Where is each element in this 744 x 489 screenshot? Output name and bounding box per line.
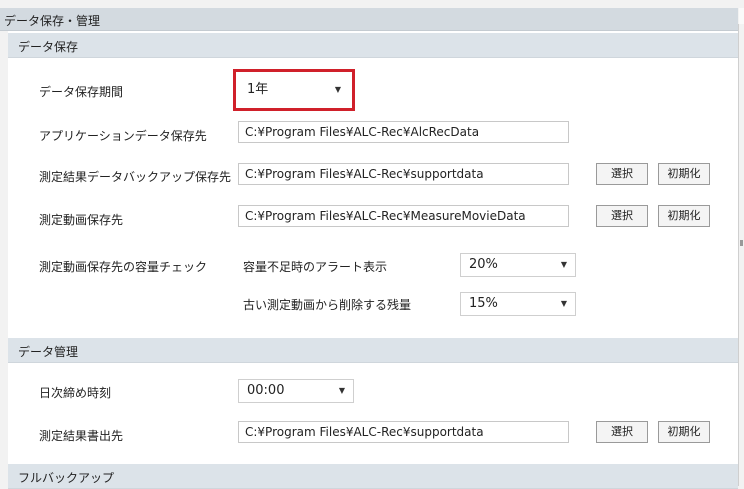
- backup-select-button[interactable]: 選択: [596, 163, 648, 185]
- chevron-down-icon: ▼: [338, 386, 345, 395]
- delete-threshold-select[interactable]: 15% ▼: [460, 292, 576, 316]
- page-header: データ保存・管理: [0, 8, 738, 31]
- backup-path-field[interactable]: C:¥Program Files¥ALC-Rec¥supportdata: [238, 163, 569, 185]
- section-title: データ管理: [18, 345, 79, 359]
- alert-threshold-select[interactable]: 20% ▼: [460, 253, 576, 277]
- section-header-full-backup: フルバックアップ: [8, 464, 738, 489]
- scrollbar-top: [739, 8, 744, 24]
- alert-threshold-value: 20%: [469, 257, 498, 272]
- daily-close-select[interactable]: 00:00 ▼: [238, 379, 354, 403]
- scrollbar-marker: [740, 240, 743, 246]
- app-data-path-field[interactable]: C:¥Program Files¥ALC-Rec¥AlcRecData: [238, 121, 569, 143]
- chevron-down-icon: ▼: [560, 299, 567, 308]
- highlight-box: [233, 69, 355, 111]
- scrollbar-track[interactable]: [738, 24, 739, 486]
- app-data-path-label: アプリケーションデータ保存先: [39, 129, 207, 143]
- daily-close-value: 00:00: [247, 383, 285, 398]
- section-title: フルバックアップ: [18, 471, 115, 485]
- chevron-down-icon: ▼: [560, 260, 567, 269]
- export-reset-button[interactable]: 初期化: [658, 421, 710, 443]
- daily-close-label: 日次締め時刻: [39, 386, 112, 400]
- page-title: データ保存・管理: [4, 14, 101, 28]
- alert-threshold-label: 容量不足時のアラート表示: [243, 260, 388, 274]
- data-retention-label: データ保存期間: [39, 85, 124, 99]
- export-path-label: 測定結果書出先: [39, 429, 124, 443]
- section-header-data-save: データ保存: [8, 33, 738, 58]
- delete-threshold-label: 古い測定動画から削除する残量: [243, 298, 412, 312]
- capacity-check-label: 測定動画保存先の容量チェック: [39, 260, 208, 274]
- backup-path-label: 測定結果データバックアップ保存先: [39, 170, 232, 184]
- movie-reset-button[interactable]: 初期化: [658, 205, 710, 227]
- movie-select-button[interactable]: 選択: [596, 205, 648, 227]
- section-title: データ保存: [18, 40, 79, 54]
- backup-reset-button[interactable]: 初期化: [658, 163, 710, 185]
- movie-path-label: 測定動画保存先: [39, 213, 124, 227]
- movie-path-field[interactable]: C:¥Program Files¥ALC-Rec¥MeasureMovieDat…: [238, 205, 569, 227]
- section-header-data-manage: データ管理: [8, 338, 738, 363]
- delete-threshold-value: 15%: [469, 296, 498, 311]
- export-path-field[interactable]: C:¥Program Files¥ALC-Rec¥supportdata: [238, 421, 569, 443]
- export-select-button[interactable]: 選択: [596, 421, 648, 443]
